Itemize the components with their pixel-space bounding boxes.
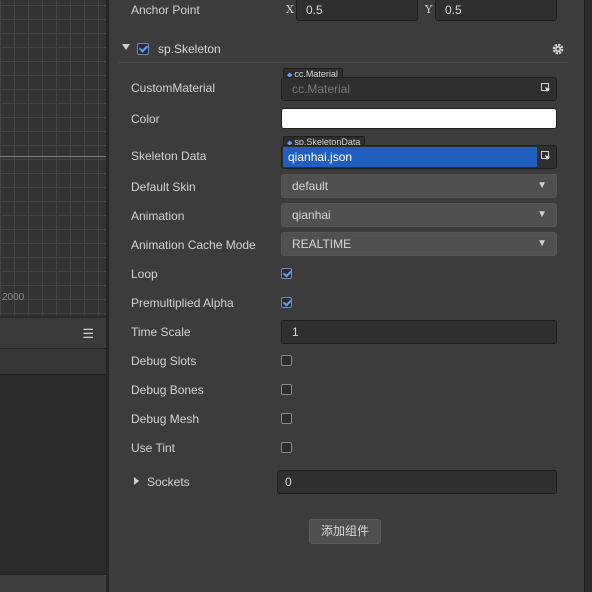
animation-select[interactable]: qianhai ▼: [281, 203, 557, 227]
panel-header: ☰: [0, 318, 106, 349]
anchor-y-input[interactable]: 0.5: [435, 0, 557, 21]
color-label: Color: [131, 112, 160, 126]
component-header[interactable]: sp.Skeleton: [118, 37, 568, 63]
color-swatch[interactable]: [281, 108, 557, 129]
inspector-scrollbar[interactable]: [584, 0, 592, 592]
asset-picker-icon[interactable]: [541, 83, 551, 93]
dropdown-arrow-icon: ▼: [537, 238, 547, 249]
dropdown-arrow-icon: ▼: [537, 209, 547, 220]
time-scale-input[interactable]: 1: [281, 320, 557, 344]
custom-material-placeholder: cc.Material: [292, 82, 351, 96]
animation-label: Animation: [131, 209, 185, 223]
hierarchy-panel: ☰: [0, 316, 106, 592]
dropdown-arrow-icon: ▼: [537, 180, 547, 191]
scene-axis-line: [0, 156, 106, 157]
panel-list[interactable]: [0, 375, 106, 575]
menu-icon[interactable]: ☰: [82, 326, 94, 342]
animation-value: qianhai: [292, 208, 331, 222]
component-enabled-checkbox[interactable]: [137, 43, 149, 55]
cache-mode-select[interactable]: REALTIME ▼: [281, 232, 557, 256]
anchor-y-label: Y: [425, 3, 433, 16]
anchor-point-label: Anchor Point: [131, 3, 200, 17]
anchor-x-label: X: [286, 3, 294, 16]
custom-material-label: CustomMaterial: [131, 81, 216, 95]
pane-splitter[interactable]: [106, 0, 109, 592]
debug-bones-checkbox[interactable]: [281, 384, 292, 395]
panel-footer: [0, 574, 106, 592]
use-tint-label: Use Tint: [131, 441, 176, 455]
cache-mode-label: Animation Cache Mode: [131, 238, 256, 252]
cache-mode-value: REALTIME: [292, 237, 352, 251]
asset-picker-icon[interactable]: [541, 151, 551, 161]
skeleton-data-value: qianhai.json: [283, 147, 537, 167]
debug-mesh-label: Debug Mesh: [131, 412, 200, 426]
default-skin-select[interactable]: default ▼: [281, 174, 557, 198]
debug-mesh-checkbox[interactable]: [281, 413, 292, 424]
loop-label: Loop: [131, 267, 158, 281]
default-skin-value: default: [292, 179, 329, 193]
expand-triangle-icon[interactable]: [134, 477, 139, 485]
add-component-button[interactable]: 添加组件: [309, 519, 381, 544]
skeleton-data-field[interactable]: qianhai.json: [281, 145, 557, 169]
loop-checkbox[interactable]: [281, 268, 292, 279]
custom-material-field[interactable]: cc.Material: [281, 77, 557, 101]
gear-icon[interactable]: [551, 42, 565, 56]
skeleton-data-label: Skeleton Data: [131, 149, 207, 163]
premultiplied-alpha-checkbox[interactable]: [281, 297, 292, 308]
collapse-triangle-icon[interactable]: [122, 44, 130, 50]
sockets-input[interactable]: 0: [277, 470, 557, 494]
debug-slots-checkbox[interactable]: [281, 355, 292, 366]
time-scale-label: Time Scale: [131, 325, 191, 339]
debug-slots-label: Debug Slots: [131, 354, 197, 368]
default-skin-label: Default Skin: [131, 180, 196, 194]
scene-view-grid[interactable]: 2000: [0, 0, 106, 316]
component-title: sp.Skeleton: [158, 42, 221, 56]
anchor-x-input[interactable]: 0.5: [296, 0, 418, 21]
sockets-label: Sockets: [147, 475, 190, 489]
use-tint-checkbox[interactable]: [281, 442, 292, 453]
scene-axis-label: 2000: [2, 292, 25, 303]
panel-toolbar: [0, 349, 106, 375]
premultiplied-alpha-label: Premultiplied Alpha: [131, 296, 234, 310]
debug-bones-label: Debug Bones: [131, 383, 204, 397]
